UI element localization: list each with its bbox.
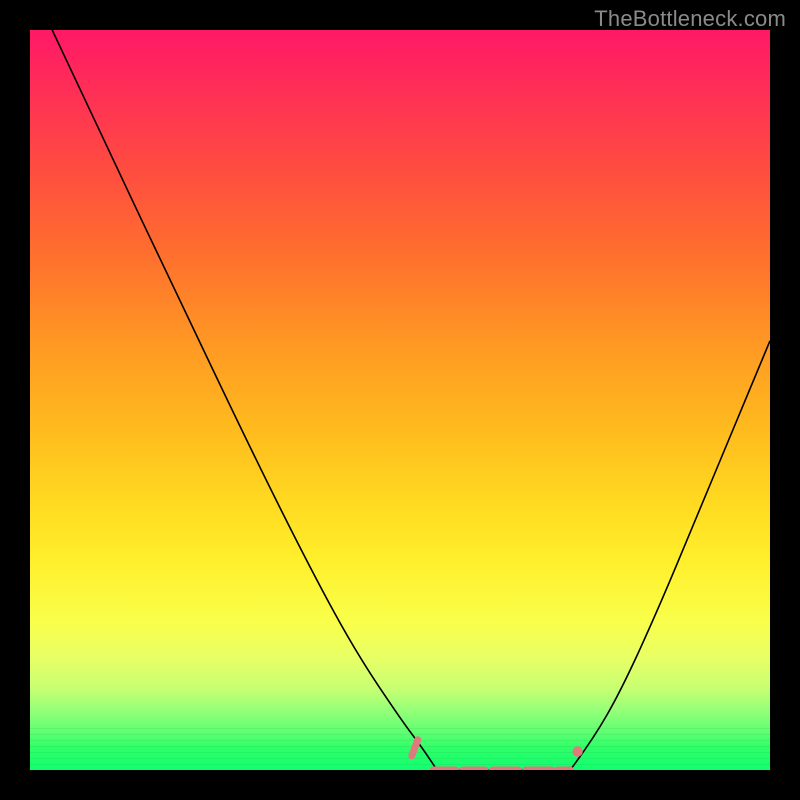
curve-left-arm	[52, 30, 437, 770]
plot-area	[30, 30, 770, 770]
left-tick-marker	[412, 740, 418, 756]
watermark-text: TheBottleneck.com	[594, 6, 786, 32]
curve-right-arm	[570, 341, 770, 770]
right-dot-marker	[572, 746, 582, 756]
chart-frame: TheBottleneck.com	[0, 0, 800, 800]
curves-svg	[30, 30, 770, 770]
